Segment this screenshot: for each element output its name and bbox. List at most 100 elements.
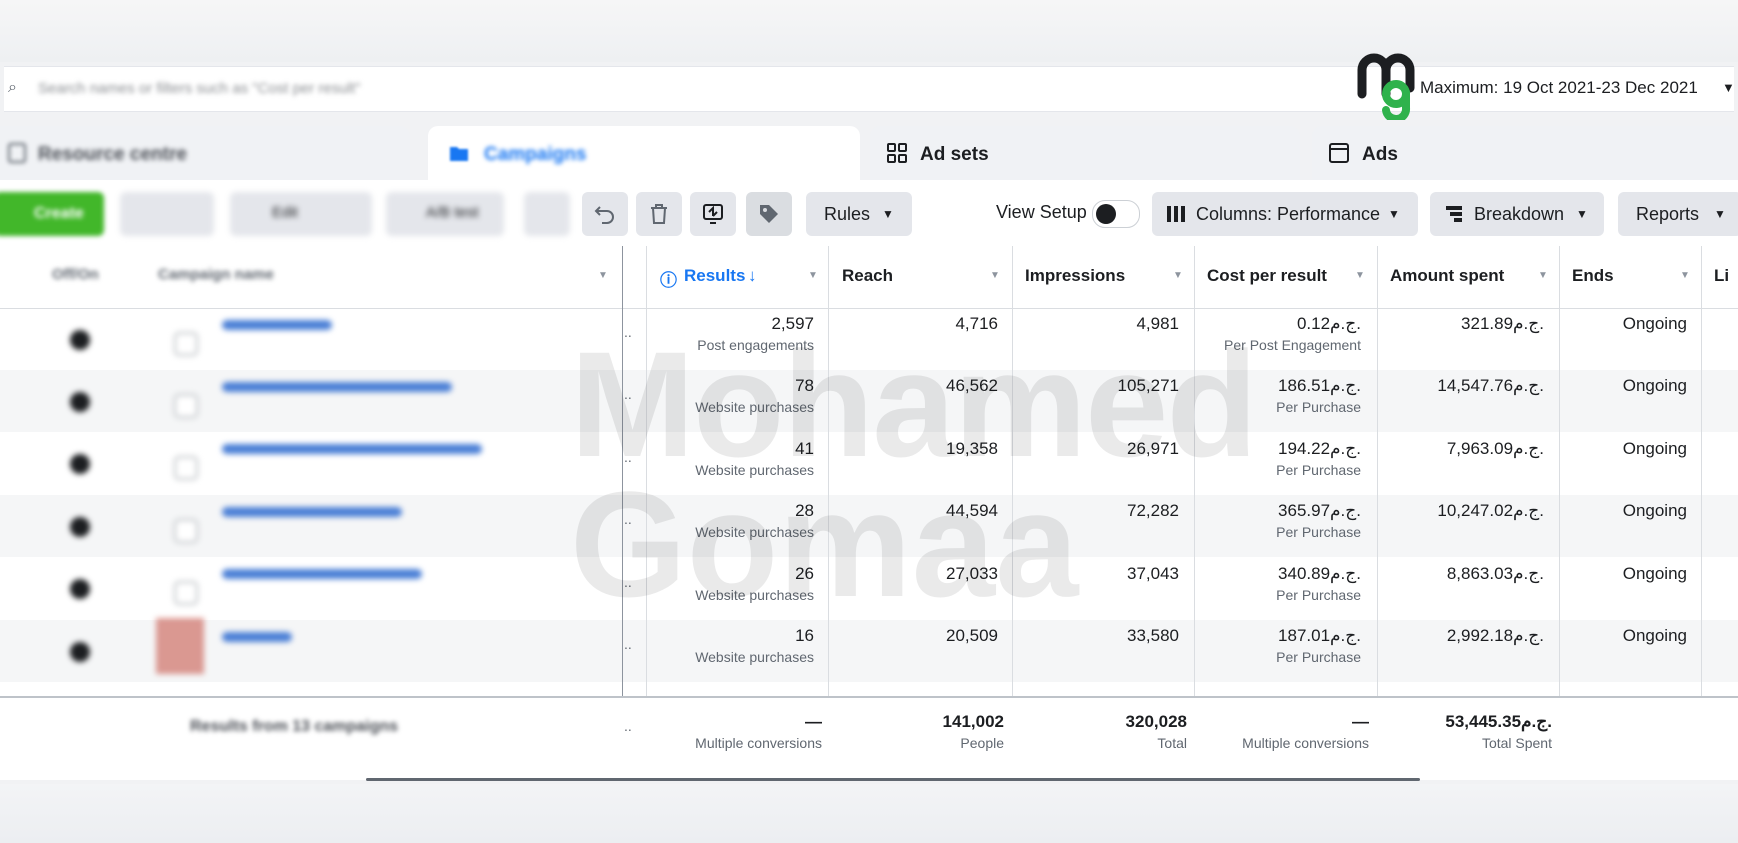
delete-button[interactable]	[636, 192, 682, 236]
campaign-toggle[interactable]	[70, 642, 90, 662]
archive-button[interactable]	[524, 192, 570, 236]
footer-spent-type: Total Spent	[1481, 735, 1552, 751]
campaign-toggle[interactable]	[70, 454, 90, 474]
tag-button[interactable]	[746, 192, 792, 236]
horizontal-scrollbar[interactable]	[366, 778, 1420, 781]
info-icon: ⓘ	[660, 271, 677, 290]
row-checkbox[interactable]	[174, 394, 198, 418]
header-li[interactable]: Li	[1714, 266, 1729, 286]
footer-impressions-value: 320,028	[1125, 712, 1187, 731]
reports-dropdown[interactable]: Reports ▼	[1618, 192, 1738, 236]
preview-icon	[703, 204, 723, 224]
header-cost-per-result[interactable]: Cost per result	[1207, 266, 1327, 286]
footer-reach-value: 141,002	[942, 712, 1004, 731]
campaign-toggle[interactable]	[70, 517, 90, 537]
columns-icon	[1167, 206, 1185, 222]
footer-results-value: —	[805, 712, 822, 731]
rules-label: Rules	[824, 204, 871, 224]
view-setup-toggle[interactable]	[1092, 200, 1140, 228]
amount-spent-cell: 2,992.18ج.م.	[1446, 626, 1544, 645]
footer-reach: 141,002 People	[832, 712, 1004, 751]
cost-value: 340.89ج.م.	[1278, 564, 1361, 583]
tab-label: Resource centre	[38, 144, 187, 165]
tab-bar: Resource centre Campaigns Ad sets Ads	[0, 124, 1738, 180]
cost-per-result-cell: 187.01ج.م. Per Purchase	[1198, 626, 1361, 665]
amount-spent-cell: 321.89ج.م.	[1461, 314, 1544, 333]
campaign-name-link[interactable]	[222, 320, 332, 330]
date-range-picker[interactable]: Maximum: 19 Oct 2021-23 Dec 2021	[1420, 78, 1698, 98]
row-checkbox[interactable]	[174, 519, 198, 543]
campaign-toggle[interactable]	[70, 392, 90, 412]
header-results[interactable]: Results	[684, 266, 745, 286]
sort-desc-icon: ↓	[748, 266, 757, 285]
results-cell: 16 Website purchases	[650, 626, 814, 665]
header-ends[interactable]: Ends	[1572, 266, 1614, 286]
chevron-down-icon[interactable]: ▼	[1538, 270, 1548, 281]
cost-value: 0.12ج.م.	[1296, 314, 1361, 333]
create-button[interactable]: Create	[0, 192, 104, 236]
footer-more-icon[interactable]: ..	[624, 718, 632, 734]
header-reach[interactable]: Reach	[842, 266, 893, 286]
watermark-line-2: Gomaa	[570, 460, 1079, 628]
ab-test-label: A/B test	[426, 204, 479, 221]
chevron-down-icon[interactable]: ▼	[1680, 270, 1690, 281]
reports-label: Reports	[1636, 204, 1700, 224]
footer-impressions-type: Total	[1157, 735, 1187, 751]
campaign-name-link[interactable]	[222, 632, 292, 642]
footer-reach-type: People	[960, 735, 1004, 751]
ab-test-button[interactable]: A/B test	[386, 192, 504, 236]
row-checkbox[interactable]	[174, 456, 198, 480]
footer-amount-spent: 53,445.35ج.م. Total Spent	[1381, 712, 1552, 751]
chevron-down-icon[interactable]: ▼	[990, 270, 1000, 281]
tab-label: Campaigns	[484, 144, 587, 165]
folder-icon	[450, 147, 468, 161]
rules-dropdown[interactable]: Rules ▼	[806, 192, 912, 236]
tab-ads[interactable]: Ads	[1312, 126, 1738, 180]
top-backdrop	[0, 0, 1738, 62]
create-label: Create	[34, 205, 84, 222]
chevron-down-icon[interactable]: ▼	[1355, 270, 1365, 281]
toggle-knob	[1096, 204, 1116, 224]
chevron-down-icon[interactable]: ▼	[808, 270, 818, 281]
ends-cell: Ongoing	[1622, 439, 1687, 458]
tag-icon	[760, 205, 778, 223]
ends-cell: Ongoing	[1622, 314, 1687, 333]
campaign-toggle[interactable]	[70, 579, 90, 599]
ends-cell: Ongoing	[1622, 376, 1687, 395]
ends-cell: Ongoing	[1622, 626, 1687, 645]
columns-dropdown[interactable]: Columns: Performance ▼	[1152, 192, 1418, 236]
edit-button[interactable]: Edit	[230, 192, 372, 236]
footer-cost: — Multiple conversions	[1198, 712, 1369, 751]
footer-spent-value: 53,445.35ج.م.	[1445, 712, 1552, 731]
bottom-backdrop	[0, 784, 1738, 843]
footer-impressions: 320,028 Total	[1016, 712, 1187, 751]
header-impressions[interactable]: Impressions	[1025, 266, 1125, 286]
tab-ad-sets[interactable]: Ad sets	[870, 126, 1300, 180]
cost-value: 186.51ج.م.	[1278, 376, 1361, 395]
cost-value: 187.01ج.م.	[1278, 626, 1361, 645]
tab-campaigns[interactable]: Campaigns	[428, 126, 860, 180]
row-more-icon[interactable]: ..	[624, 636, 632, 652]
chevron-down-icon[interactable]: ▼	[1173, 270, 1183, 281]
header-campaign-name[interactable]: Campaign name	[158, 266, 274, 283]
chevron-down-icon[interactable]: ▼	[1722, 80, 1735, 95]
chevron-down-icon[interactable]: ▼	[598, 270, 608, 281]
breakdown-dropdown[interactable]: Breakdown ▼	[1430, 192, 1604, 236]
amount-spent-cell: 10,247.02ج.م.	[1437, 501, 1544, 520]
tab-resource-centre[interactable]: Resource centre	[0, 126, 410, 180]
undo-button[interactable]	[582, 192, 628, 236]
cost-value: 194.22ج.م.	[1278, 439, 1361, 458]
watermark: Mohamed Gomaa	[380, 318, 1280, 628]
header-amount-spent[interactable]: Amount spent	[1390, 266, 1504, 286]
duplicate-button[interactable]	[120, 192, 214, 236]
row-checkbox[interactable]	[174, 581, 198, 605]
campaign-toggle[interactable]	[70, 330, 90, 350]
header-off-on[interactable]: Off/On	[52, 266, 99, 283]
campaign-name-link[interactable]	[222, 507, 402, 517]
footer-cost-value: —	[1352, 712, 1369, 731]
preview-button[interactable]	[690, 192, 736, 236]
brand-logo	[1357, 53, 1415, 120]
results-type: Website purchases	[695, 649, 814, 665]
row-checkbox[interactable]	[174, 332, 198, 356]
tab-label: Ad sets	[920, 144, 989, 165]
